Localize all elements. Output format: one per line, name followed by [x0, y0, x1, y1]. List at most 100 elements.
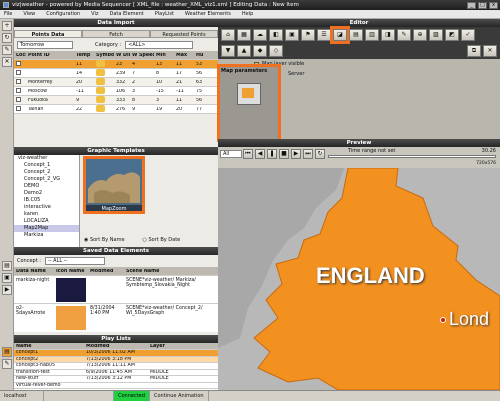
tab-fetch[interactable]: Fetch	[82, 30, 150, 38]
tree-item[interactable]: LOCALIZA	[14, 218, 79, 225]
toolbar-tool-icon[interactable]: ▦	[237, 29, 251, 41]
maximize-button[interactable]: □	[478, 1, 487, 9]
toolbar-tool-icon[interactable]: ✓	[461, 29, 475, 41]
toolbar-tool-icon[interactable]: ▤	[349, 29, 363, 41]
toolbar-tool-icon[interactable]: ⚑	[301, 29, 315, 41]
lock-checkbox[interactable]	[16, 105, 21, 111]
menu-help[interactable]: Help	[242, 11, 253, 17]
toolbar-tool-icon[interactable]: ◨	[381, 29, 395, 41]
menu-configuration[interactable]: Configuration	[46, 11, 80, 17]
refresh-icon[interactable]: ↻	[2, 33, 12, 43]
playlist-folder-icon[interactable]: ▤	[2, 347, 12, 357]
toolbar-tool-icon[interactable]: ☁	[253, 29, 267, 41]
menu-file[interactable]: File	[4, 11, 12, 17]
points-row[interactable]: 11 23 4 13 11 53	[14, 59, 218, 69]
tree-item[interactable]: DEMO	[14, 183, 79, 190]
loop-icon[interactable]: ↻	[315, 149, 325, 159]
pause-icon[interactable]: ❚	[267, 149, 277, 159]
toolbar-tool-icon[interactable]: ▼	[221, 45, 235, 57]
lock-checkbox[interactable]	[16, 78, 21, 84]
playlist-edit-icon[interactable]: ✎	[2, 359, 12, 369]
saved-row[interactable]: o2-5daysArrote 8/31/2004 1:40 PM SCENE*v…	[14, 304, 218, 332]
tree-item[interactable]: Concept_2_VG	[14, 176, 79, 183]
menu-weather-elements[interactable]: Weather Elements	[185, 11, 231, 17]
points-row[interactable]: Fukuoka 9 333 8 3 11 56	[14, 95, 218, 105]
points-cell-lock[interactable]	[14, 96, 26, 104]
saved-row[interactable]: markiza-night SCENE*viz-weather/ Markiza…	[14, 276, 218, 304]
playlist-row[interactable]: virtual-fever-demo	[14, 382, 218, 389]
toolbar-tool-icon[interactable]: ▲	[237, 45, 251, 57]
points-row[interactable]: Monterrey 20 332 2 10 21 63	[14, 77, 218, 87]
points-cell-symbol	[94, 77, 114, 87]
tree-item[interactable]: Concept_1	[14, 162, 79, 169]
tab-points-data[interactable]: Points Data	[14, 30, 82, 38]
points-cell-lock[interactable]	[14, 87, 26, 95]
menu-view[interactable]: View	[23, 11, 35, 17]
toolbar-tool-icon[interactable]: ◇	[269, 45, 283, 57]
map-parameters-box[interactable]: Map parameters	[217, 64, 281, 142]
toolbar-tool-icon[interactable]: ⌂	[221, 29, 235, 41]
toolbar-tool-icon[interactable]: ▥	[365, 29, 379, 41]
points-row[interactable]: Moscow -11 106 3 -15 -11 75	[14, 86, 218, 96]
tree-item[interactable]: Concept_2	[14, 169, 79, 176]
toolbar-tool-icon[interactable]: ✎	[397, 29, 411, 41]
points-row[interactable]: Tainan 22 276 9 19 20 77	[14, 104, 218, 114]
menu-viz[interactable]: Viz	[91, 11, 98, 17]
play-back-icon[interactable]: ◀	[255, 149, 265, 159]
add-icon[interactable]: +	[2, 21, 12, 31]
toolbar-tool-icon[interactable]: ◧	[269, 29, 283, 41]
timeline-slider[interactable]	[328, 155, 496, 158]
stop-icon[interactable]: ■	[279, 149, 289, 159]
close-button[interactable]: x	[489, 1, 498, 9]
play-icon[interactable]: ▶	[2, 285, 12, 295]
toolbar-tool-icon[interactable]: ▨	[429, 29, 443, 41]
points-row[interactable]: 14 239 7 8 17 56	[14, 68, 218, 78]
tree-item[interactable]: IB.C05	[14, 197, 79, 204]
toolbar-tool-icon[interactable]: ◩	[445, 29, 459, 41]
toolbar-tool-icon[interactable]: ☰	[317, 29, 331, 41]
lock-checkbox[interactable]	[16, 69, 21, 75]
category-select[interactable]: <ALL>	[125, 40, 194, 49]
lock-checkbox[interactable]	[16, 60, 21, 66]
toolbar-tool-icon[interactable]: ◆	[253, 45, 267, 57]
play-icon[interactable]: ▶	[291, 149, 301, 159]
concept-select[interactable]: -- ALL --	[44, 257, 105, 265]
menu-playlist[interactable]: PlayList	[155, 11, 174, 17]
points-cell-lock[interactable]	[14, 60, 26, 68]
tree-item[interactable]: interactive	[14, 204, 79, 211]
tree-item-selected[interactable]: Map2Map	[14, 225, 79, 232]
sort-by-date-radio[interactable]: ○ Sort By Date	[143, 237, 181, 243]
forecast-select[interactable]: Tomorrow	[17, 40, 73, 49]
points-cell-lock[interactable]	[14, 105, 26, 113]
last-frame-icon[interactable]: ⏭	[303, 149, 313, 159]
toolbar-tool-icon[interactable]: ✕	[483, 45, 497, 57]
save-icon[interactable]: ▣	[2, 273, 12, 283]
points-cell-max: 20	[176, 106, 183, 112]
toolbar-tool-icon[interactable]: ⧉	[467, 45, 481, 57]
toolbar-tool-icon[interactable]: ▣	[285, 29, 299, 41]
points-cell-lock[interactable]	[14, 69, 26, 77]
template-thumbnail-mapzoom[interactable]: MapZoom	[83, 156, 145, 214]
tab-requested-points[interactable]: Requested Points	[150, 30, 218, 38]
template-tree[interactable]: viz-weather Concept_1 Concept_2 Concept_…	[14, 155, 80, 247]
saved-row-modified: 8/31/2004 1:40 PM	[90, 306, 115, 316]
edit-icon[interactable]: ✎	[2, 45, 12, 55]
preview-layer-select[interactable]: All	[220, 150, 242, 158]
sort-by-name-radio[interactable]: ◉ Sort By Name	[84, 237, 125, 243]
tree-item[interactable]: viz-weather	[14, 155, 79, 162]
tree-item[interactable]: karen	[14, 211, 79, 218]
delete-icon[interactable]: ✕	[2, 57, 12, 67]
folder-icon[interactable]: ▤	[2, 261, 12, 271]
points-cell-lock[interactable]	[14, 78, 26, 86]
first-frame-icon[interactable]: ⏮	[243, 149, 253, 159]
lock-checkbox[interactable]	[16, 96, 21, 102]
minimize-button[interactable]: _	[467, 1, 476, 9]
toolbar-tool-icon[interactable]: ⊕	[413, 29, 427, 41]
menu-data-element[interactable]: Data Element	[110, 11, 144, 17]
map-layer-icon[interactable]	[237, 83, 261, 105]
map-parameters-icon[interactable]: ◪	[330, 26, 350, 44]
tree-item[interactable]: Markiza	[14, 232, 79, 239]
tree-item[interactable]: Demo2	[14, 190, 79, 197]
map-layer-checkbox[interactable]	[254, 61, 259, 67]
lock-checkbox[interactable]	[16, 87, 21, 93]
